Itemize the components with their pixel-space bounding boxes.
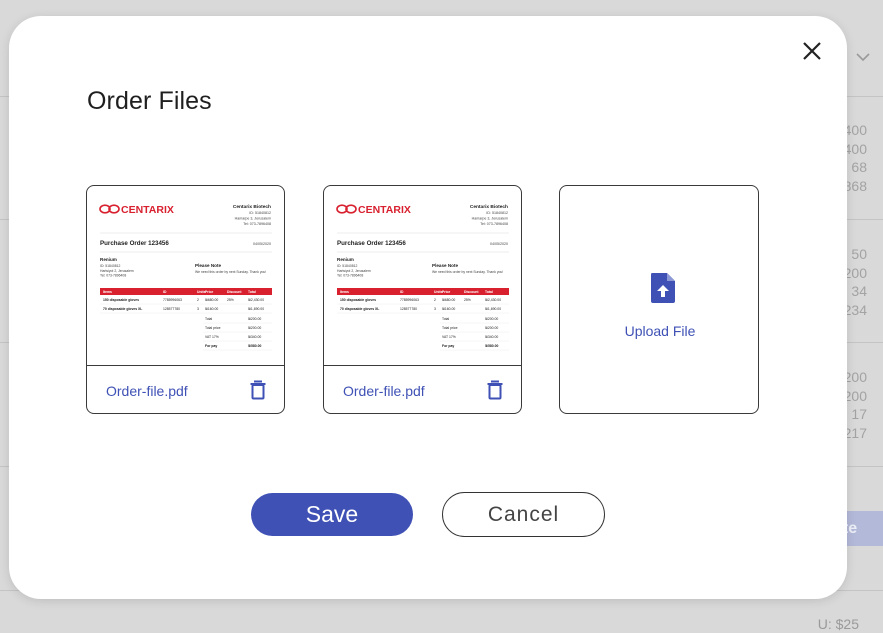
vendor-line: ID: 51840812 — [337, 264, 357, 268]
po-date: 04/05/2020 — [253, 242, 271, 246]
vendor-name: Renium — [100, 257, 117, 262]
purchase-order-thumbnail: CENTARIX Centarix BiotechID: 51840812Hama… — [99, 204, 272, 351]
background-total: U: $25 — [817, 616, 859, 632]
summary-value: ₪580.00 — [248, 344, 261, 348]
brand-name: CENTARIX — [121, 204, 174, 216]
table-cell: 128577780 — [400, 307, 417, 311]
purchase-order-thumbnail: CENTARIX Centarix BiotechID: 51840812Hama… — [336, 204, 509, 351]
trash-icon[interactable] — [486, 380, 504, 400]
summary-label: For pay — [442, 344, 454, 348]
table-cell: ₪2,430.00 — [485, 298, 501, 302]
table-cell: ₪1,690.00 — [248, 307, 264, 311]
table-header-cell: Total — [485, 290, 493, 294]
table-cell: 3 — [197, 307, 199, 311]
table-header-cell: Price — [205, 290, 213, 294]
table-header-cell: Items — [103, 290, 112, 294]
summary-value: ₪200.00 — [485, 317, 498, 321]
note-title: Please Note — [432, 263, 458, 268]
vendor-line: Tel: 073-7896408 — [100, 274, 126, 278]
trash-icon[interactable] — [249, 380, 267, 400]
note-title: Please Note — [195, 263, 221, 268]
summary-value: ₪340.00 — [248, 335, 261, 339]
table-header-cell: ID — [400, 290, 404, 294]
table-header-cell: Discount — [227, 290, 242, 294]
summary-value: ₪200.00 — [248, 317, 261, 321]
save-button[interactable]: Save — [251, 493, 413, 536]
table-cell: 7785996063 — [163, 298, 182, 302]
file-card[interactable]: CENTARIX Centarix Biotech ID: 51840812 Hama… — [323, 185, 522, 414]
company-name: Centarix Biotech — [470, 204, 508, 210]
table-cell: 25% — [464, 298, 471, 302]
table-cell: ₪2,430.00 — [248, 298, 264, 302]
table-cell: ₪680.00 — [442, 298, 455, 302]
table-cell: 25% — [227, 298, 234, 302]
table-cell: ₪680.00 — [205, 298, 218, 302]
summary-value: ₪340.00 — [485, 335, 498, 339]
table-header-bar — [100, 288, 272, 295]
table-cell: 70 disposable gloves XL — [340, 307, 379, 311]
upload-file-dropzone[interactable]: Upload File — [559, 185, 759, 414]
table-header-cell: Discount — [464, 290, 479, 294]
company-line: Hamarpe 3, Jerusalem — [472, 217, 508, 221]
summary-value: ₪200.00 — [248, 326, 261, 330]
file-upload-icon — [651, 273, 675, 303]
table-header-cell: Items — [340, 290, 349, 294]
file-name-link[interactable]: Order-file.pdf — [343, 383, 425, 399]
po-date: 04/05/2020 — [490, 242, 508, 246]
table-cell: ₪160.00 — [442, 307, 455, 311]
table-cell: 128577780 — [163, 307, 180, 311]
vendor-line: Hartsiyot 2, Jerusalem — [337, 269, 371, 273]
table-cell: ₪1,690.00 — [485, 307, 501, 311]
company-line: Hamarpe 3, Jerusalem — [235, 217, 271, 221]
summary-label: VAT 17% — [442, 335, 456, 339]
pdf-preview[interactable]: CENTARIX Centarix Biotech ID: 51840812 Hama… — [87, 186, 284, 366]
po-title: Purchase Order 123456 — [337, 240, 406, 247]
table-cell: ₪160.00 — [205, 307, 218, 311]
table-header-cell: Total — [248, 290, 256, 294]
cancel-button[interactable]: Cancel — [442, 492, 605, 537]
centarix-logo — [99, 204, 120, 214]
company-line: ID: 51840812 — [486, 211, 508, 215]
pdf-preview[interactable]: CENTARIX Centarix Biotech ID: 51840812 Hama… — [324, 186, 521, 366]
chevron-down-icon[interactable] — [856, 52, 870, 62]
vendor-line: ID: 51840812 — [100, 264, 120, 268]
summary-label: For pay — [205, 344, 217, 348]
file-name-link[interactable]: Order-file.pdf — [106, 383, 188, 399]
brand-name: CENTARIX — [358, 204, 411, 216]
company-name: Centarix Biotech — [233, 204, 271, 210]
po-title: Purchase Order 123456 — [100, 240, 169, 247]
vendor-name: Renium — [337, 257, 354, 262]
close-icon[interactable] — [800, 39, 824, 63]
company-line: Tel: 073-7896408 — [243, 222, 271, 226]
table-header-cell: ID — [163, 290, 167, 294]
summary-label: VAT 17% — [205, 335, 219, 339]
modal-title: Order Files — [87, 87, 212, 115]
centarix-logo — [336, 204, 357, 214]
summary-label: Total — [442, 317, 449, 321]
table-cell: 150 disposable gloves — [103, 298, 139, 302]
table-cell: 7785996063 — [400, 298, 419, 302]
company-line: ID: 51840812 — [249, 211, 271, 215]
vendor-line: Tel: 073-7896408 — [337, 274, 363, 278]
table-cell: 150 disposable gloves — [340, 298, 376, 302]
table-cell: 2 — [434, 298, 436, 302]
upload-file-label: Upload File — [624, 323, 696, 339]
note-text: We need this order by next Sunday. Thank… — [195, 270, 266, 274]
summary-value: ₪200.00 — [485, 326, 498, 330]
table-cell: 70 disposable gloves XL — [103, 307, 142, 311]
order-files-modal: Order Files CENTARIX Centarix Biotech ID: … — [9, 16, 847, 599]
summary-value: ₪580.00 — [485, 344, 498, 348]
summary-label: Total — [205, 317, 212, 321]
note-text: We need this order by next Sunday. Thank… — [432, 270, 503, 274]
table-header-cell: Price — [442, 290, 450, 294]
vendor-line: Hartsiyot 2, Jerusalem — [100, 269, 134, 273]
file-card[interactable]: CENTARIX Centarix Biotech ID: 51840812 Hama… — [86, 185, 285, 414]
summary-label: Total price — [442, 326, 458, 330]
summary-label: Total price — [205, 326, 221, 330]
company-line: Tel: 073-7896408 — [480, 222, 508, 226]
table-cell: 2 — [197, 298, 199, 302]
table-cell: 3 — [434, 307, 436, 311]
table-header-bar — [337, 288, 509, 295]
